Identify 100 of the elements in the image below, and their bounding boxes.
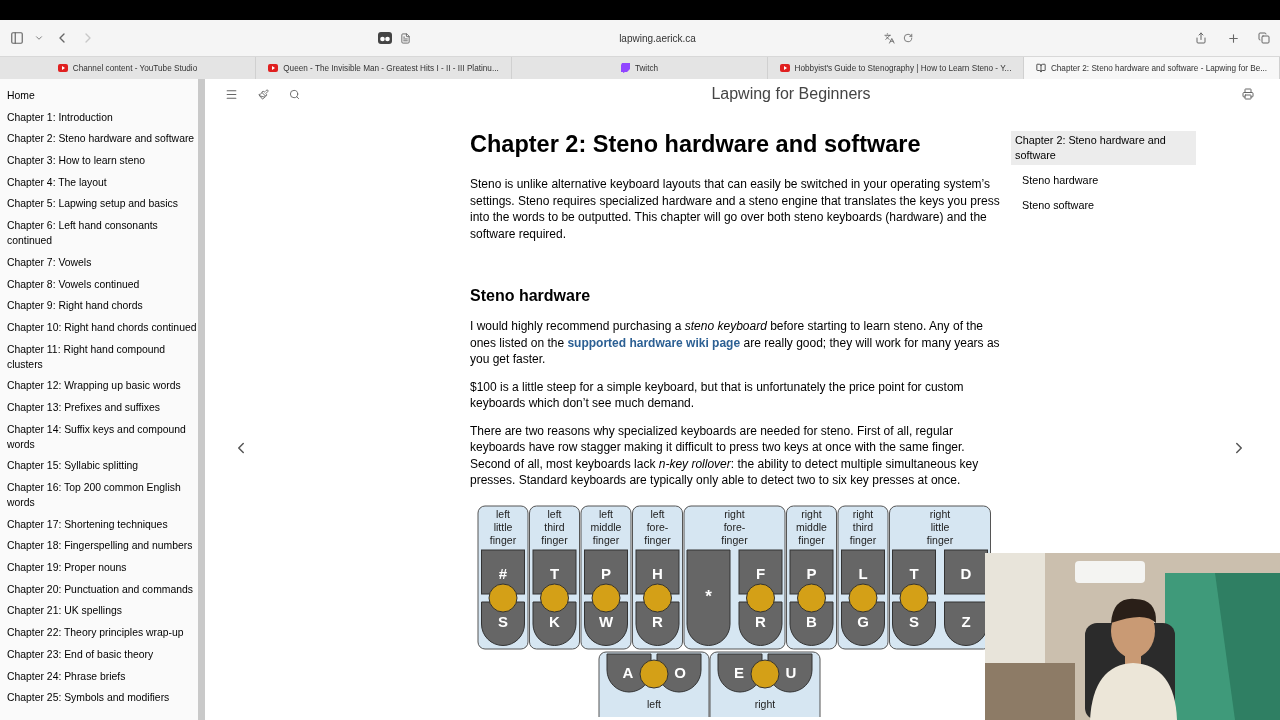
chapter-link[interactable]: Chapter 22: Theory principles wrap-up — [7, 625, 184, 641]
finger-label: finger — [926, 533, 954, 546]
address-field[interactable]: lapwing.aerick.ca — [619, 32, 696, 44]
browser-tab[interactable]: Chapter 2: Steno hardware and software - Lapwing for Be... — [1024, 57, 1280, 79]
key-label: R — [755, 612, 766, 630]
key-label: D — [960, 564, 972, 582]
finger-label: right — [724, 507, 745, 520]
chapter-link[interactable]: Chapter 14: Suffix keys and compound words — [7, 421, 197, 452]
key-label: A — [622, 663, 634, 681]
chapter-link[interactable]: Chapter 16: Top 200 common English words — [7, 480, 197, 510]
chapter-link[interactable]: Chapter 21: UK spellings — [7, 603, 122, 619]
chapter-link[interactable]: Chapter 13: Prefixes and suffixes — [7, 399, 160, 415]
reader-icon[interactable] — [400, 32, 412, 44]
chapter-link[interactable]: Chapter 11: Right hand compound clusters — [7, 341, 197, 372]
chapter-link[interactable]: Chapter 23: End of basic theory — [7, 646, 154, 662]
print-icon[interactable] — [1242, 88, 1254, 100]
finger-label: left — [599, 507, 613, 520]
chapter-link[interactable]: Chapter 5: Lapwing setup and basics — [7, 196, 178, 212]
menu-icon[interactable] — [225, 87, 238, 101]
chapter-link[interactable]: Chapter 17: Shortening techniques — [7, 516, 168, 532]
wiki-link[interactable]: supported hardware wiki page — [567, 335, 741, 350]
book-title: Lapwing for Beginners — [710, 85, 872, 103]
tab-title: Twitch — [634, 63, 659, 73]
sidebar-icon[interactable] — [10, 31, 24, 45]
finger-label: middle — [590, 520, 622, 533]
chapter-link[interactable]: Chapter 24: Phrase briefs — [7, 668, 126, 684]
key-label: # — [498, 564, 508, 582]
chapter-link[interactable]: Home — [7, 88, 35, 103]
key-label: O — [674, 663, 686, 681]
finger-label: little — [493, 520, 513, 533]
chapter-link[interactable]: Chapter 2: Steno hardware and software — [7, 131, 195, 147]
share-icon[interactable] — [1195, 32, 1207, 44]
chapter-link[interactable]: Chapter 3: How to learn steno — [7, 153, 146, 169]
key-label: S — [909, 612, 919, 630]
reload-icon[interactable] — [902, 33, 913, 43]
tab-title: Chapter 2: Steno hardware and software - Lapwing for Be... — [1050, 63, 1268, 73]
book-icon — [1035, 63, 1046, 73]
chapter-link[interactable]: Chapter 1: Introduction — [7, 109, 113, 125]
chapter-title: Chapter 2: Steno hardware and software — [470, 131, 922, 158]
key-label: L — [858, 564, 868, 582]
finger-label: finger — [721, 533, 748, 546]
finger-label: left — [650, 507, 665, 520]
new-tab-icon[interactable] — [1227, 31, 1240, 45]
thumb-label: left — [647, 697, 661, 710]
finger-label: finger — [644, 533, 671, 546]
finger-label: right — [929, 507, 951, 520]
chapter-link[interactable]: Chapter 9: Right hand chords — [7, 298, 143, 314]
key-label: K — [549, 612, 560, 630]
paragraph: There are two reasons why specialized keyboards are needed for steno. First of all, regular keyboards have row stagger making it difficult to press two keys at once with the same finger. Second of all, most keyboards lack n-key rollover: the ability to detect multiple simultaneous key presses. Standard keyboards are typically only able to detect two to six key presses at once. — [470, 422, 980, 489]
chat-bubble-icon — [620, 63, 630, 73]
chapter-link[interactable]: Chapter 15: Syllabic splitting — [7, 458, 139, 474]
translate-icon[interactable] — [883, 32, 895, 44]
chapter-link[interactable]: Chapter 10: Right hand chords continued — [7, 319, 197, 335]
key-label: F — [755, 564, 766, 582]
chapter-link[interactable]: Chapter 12: Wrapping up basic words — [7, 378, 181, 394]
thumb-label: right — [754, 697, 776, 710]
tab-title: Hobbyist's Guide to Stenography | How to Learn Steno - Y... — [794, 63, 1012, 73]
chapter-link[interactable]: Chapter 25: Symbols and modifiers — [7, 690, 170, 706]
chapter-link[interactable]: Chapter 7: Vowels — [7, 254, 92, 270]
finger-label: finger — [849, 533, 877, 546]
finger-label: finger — [798, 533, 825, 546]
video-play-icon — [57, 64, 68, 72]
finger-label: right — [801, 507, 822, 520]
key-label: E — [734, 663, 744, 681]
finger-label: right — [852, 507, 874, 520]
finger-label: third — [852, 520, 874, 533]
video-play-icon — [268, 64, 279, 72]
section-title: Steno hardware — [470, 287, 592, 305]
key-label: B — [806, 612, 817, 630]
finger-label: little — [930, 520, 950, 533]
video-play-icon — [779, 64, 790, 72]
tabs-overview-icon[interactable] — [1258, 32, 1270, 44]
key-label: T — [549, 564, 560, 582]
paragraph: I would highly recommend purchasing a steno keyboard before starting to learn steno. Any of the ones listed on the supported hardware wiki page are really good; they will work for many years as you get faster. — [470, 318, 1000, 368]
finger-label: left — [496, 507, 510, 520]
chapter-link[interactable]: Chapter 8: Vowels continued — [7, 276, 140, 292]
toc-link[interactable]: Chapter 2: Steno hardware and software — [1011, 131, 1196, 165]
search-icon[interactable] — [289, 88, 300, 100]
chapter-link[interactable]: Chapter 18: Fingerspelling and numbers — [7, 538, 193, 554]
finger-label: fore- — [723, 520, 746, 533]
finger-label: fore- — [646, 520, 669, 533]
key-label: P — [806, 564, 817, 582]
tab-title: Queen - The Invisible Man - Greatest Hits I - II - III Platinu... — [283, 63, 499, 73]
key-label: S — [498, 612, 508, 630]
finger-label: left — [547, 507, 562, 520]
key-label: R — [652, 612, 663, 630]
chapter-link[interactable]: Chapter 4: The layout — [7, 174, 107, 190]
chevron-down-icon[interactable] — [34, 33, 44, 43]
brush-icon[interactable] — [258, 88, 269, 100]
key-label: Z — [961, 612, 971, 630]
chapter-link[interactable]: Chapter 19: Proper nouns — [7, 560, 127, 576]
chapter-link[interactable]: Chapter 20: Punctuation and commands — [7, 581, 193, 597]
finger-label: third — [544, 520, 565, 533]
key-label: H — [652, 564, 663, 582]
extension-icon[interactable] — [378, 32, 393, 44]
key-label: * — [705, 586, 712, 606]
paragraph: Steno is unlike alternative keyboard layouts that can easily be switched in your operating system’s settings. Steno requires specialized hardware and a steno engine that translates the keys you press into the words to be outputted. This chapter will go over both steno keyboards (hardware) and the software required. — [470, 176, 1000, 242]
finger-label: finger — [541, 533, 568, 546]
chapter-link[interactable]: Chapter 6: Left hand consonants continued — [7, 218, 197, 249]
finger-label: middle — [796, 520, 827, 533]
